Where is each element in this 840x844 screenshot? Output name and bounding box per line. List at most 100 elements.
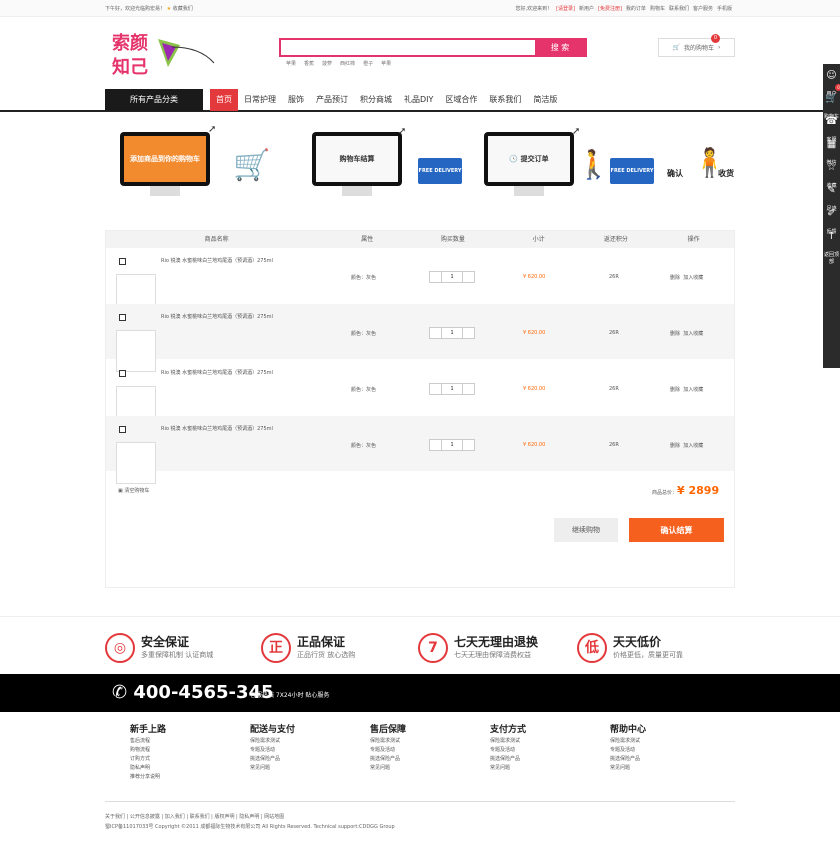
decrease-button[interactable] [430, 440, 442, 450]
footer-link[interactable]: 常见问题 [610, 764, 730, 773]
add-favorite-link[interactable]: 收藏我们 [173, 6, 193, 12]
sidebar-item-cart[interactable]: 0 🛒 购物车 [823, 84, 840, 120]
hot-keyword[interactable]: 香蕉 [304, 60, 314, 67]
confirm-checkout-button[interactable]: 确认结算 [629, 518, 724, 542]
footer-link[interactable]: 专题及活动 [250, 746, 370, 755]
nav-item-home[interactable]: 首页 [210, 89, 238, 111]
mobile-link[interactable]: 手机版 [717, 5, 732, 12]
increase-button[interactable] [462, 272, 474, 282]
nav-item-gift-diy[interactable]: 礼品DIY [398, 89, 439, 111]
all-categories[interactable]: 所有产品分类 [105, 89, 203, 111]
row-points: 26R [609, 442, 619, 448]
table-row: Rio 锐澳 水蜜桃味白兰地鸡尾酒（预调酒）275ml 颜色：灰色 ¥ 620.… [106, 360, 734, 428]
decrease-button[interactable] [430, 272, 442, 282]
nav-item-contact[interactable]: 联系我们 [483, 89, 527, 111]
product-name[interactable]: Rio 锐澳 水蜜桃味白兰地鸡尾酒（预调酒）275ml [161, 425, 273, 432]
add-favorite-link[interactable]: 加入收藏 [683, 443, 703, 449]
footer-link[interactable]: 常见问题 [250, 764, 370, 773]
hot-keywords: 苹果 香蕉 菠萝 西红柿 橙子 苹果 [286, 60, 391, 67]
logo-graphic: 索颜 知己 [112, 32, 215, 78]
continue-shopping-button[interactable]: 继续购物 [554, 518, 618, 542]
footer-link[interactable]: 售后流程 [130, 737, 250, 746]
register-link[interactable]: [免费注册] [598, 5, 622, 12]
delete-link[interactable]: 删除 [670, 387, 680, 393]
sidebar-cart-badge: 0 [835, 84, 840, 91]
increase-button[interactable] [462, 384, 474, 394]
footer-link[interactable]: 挑选保险产品 [370, 755, 490, 764]
footer-link[interactable]: 专题及活动 [370, 746, 490, 755]
total-price: 商品总价：¥ 2899 [652, 484, 719, 497]
hot-keyword[interactable]: 橙子 [363, 60, 373, 67]
footer-link[interactable]: 挑选保险产品 [490, 755, 610, 764]
row-subtotal: ¥ 620.00 [523, 386, 546, 392]
sidebar-label: 购物车 [823, 114, 839, 120]
decrease-button[interactable] [430, 328, 442, 338]
add-favorite-link[interactable]: 加入收藏 [683, 387, 703, 393]
delete-link[interactable]: 删除 [670, 331, 680, 337]
hot-keyword[interactable]: 菠萝 [322, 60, 332, 67]
hot-keyword[interactable]: 苹果 [286, 60, 296, 67]
footer-link[interactable]: 常见问题 [370, 764, 490, 773]
footer-link[interactable]: 订购方式 [130, 755, 250, 764]
footer-link[interactable]: 隐私声明 [130, 764, 250, 773]
row-checkbox[interactable] [119, 258, 126, 265]
login-link[interactable]: [请登录] [556, 5, 575, 12]
row-checkbox[interactable] [119, 426, 126, 433]
delete-link[interactable]: 删除 [670, 275, 680, 281]
increase-button[interactable] [462, 328, 474, 338]
footer-link[interactable]: 保险需求测试 [250, 737, 370, 746]
step-checkout: 购物车结算 [312, 132, 402, 186]
search-input[interactable] [281, 40, 535, 55]
hot-keyword[interactable]: 苹果 [381, 60, 391, 67]
contact-link[interactable]: 联系我们 [669, 5, 689, 12]
clear-cart[interactable]: ▣ 清空购物车 [118, 487, 149, 494]
nav-item-preorder[interactable]: 产品预订 [310, 89, 354, 111]
footer-link[interactable]: 保险需求测试 [370, 737, 490, 746]
footer-link[interactable]: 保险需求测试 [610, 737, 730, 746]
nav-item-simple[interactable]: 简洁版 [527, 89, 563, 111]
footer-link[interactable]: 专题及活动 [490, 746, 610, 755]
row-subtotal: ¥ 620.00 [523, 442, 546, 448]
quantity-input[interactable] [442, 272, 462, 282]
decrease-button[interactable] [430, 384, 442, 394]
product-name[interactable]: Rio 锐澳 水蜜桃味白兰地鸡尾酒（预调酒）275ml [161, 257, 273, 264]
footer-link[interactable]: 购物流程 [130, 746, 250, 755]
quantity-input[interactable] [442, 328, 462, 338]
bottom-links[interactable]: 关于我们 | 公开信息披露 | 加入我们 | 联系我们 | 版权声明 | 隐私声… [105, 812, 735, 822]
top-links: 您好,欢迎来到！ [请登录] 新用户 [免费注册] 我的订单 购物车 联系我们 … [516, 5, 733, 12]
row-checkbox[interactable] [119, 370, 126, 377]
nav-item-points-mall[interactable]: 积分商城 [354, 89, 398, 111]
nav-item-cooperation[interactable]: 区域合作 [439, 89, 483, 111]
footer-link[interactable]: 挑选保险产品 [250, 755, 370, 764]
delete-link[interactable]: 删除 [670, 443, 680, 449]
footer-link[interactable]: 常见问题 [490, 764, 610, 773]
quantity-input[interactable] [442, 384, 462, 394]
copyright: 蜀ICP备11017033号 Copyright ©2011 成都福际生物技术有… [105, 824, 395, 830]
footer-link[interactable]: 保险需求测试 [490, 737, 610, 746]
row-checkbox[interactable] [119, 314, 126, 321]
site-logo[interactable]: 索颜 知己 [110, 27, 220, 81]
product-name[interactable]: Rio 锐澳 水蜜桃味白兰地鸡尾酒（预调酒）275ml [161, 313, 273, 320]
guarantee-title: 七天无理由退换 [454, 635, 539, 649]
footer-link[interactable]: 专题及活动 [610, 746, 730, 755]
service-link[interactable]: 客户服务 [693, 5, 713, 12]
increase-button[interactable] [462, 440, 474, 450]
quantity-input[interactable] [442, 440, 462, 450]
table-header: 商品名称 属性 购买数量 小计 返还积分 操作 [106, 231, 734, 248]
add-favorite-link[interactable]: 加入收藏 [683, 275, 703, 281]
cart-link[interactable]: 购物车 [650, 5, 665, 12]
search-button[interactable]: 搜 索 [535, 40, 585, 55]
footer-link[interactable]: 推荐分享说明 [130, 773, 250, 782]
my-orders-link[interactable]: 我的订单 [626, 5, 646, 12]
header-attr: 属性 [361, 236, 374, 243]
add-favorite-link[interactable]: 加入收藏 [683, 331, 703, 337]
guarantee-sub: 七天无理由保障消费权益 [454, 651, 531, 659]
top-bar: 下午好，欢迎光临购宏易！ ★ 收藏我们 您好,欢迎来到！ [请登录] 新用户 [… [0, 0, 840, 17]
nav-item-clothing[interactable]: 服饰 [282, 89, 310, 111]
nav-item-care[interactable]: 日常护理 [238, 89, 282, 111]
my-cart-button[interactable]: 🛒 我的购物车 › 0 [658, 34, 735, 57]
product-image[interactable] [116, 442, 156, 484]
product-name[interactable]: Rio 锐澳 水蜜桃味白兰地鸡尾酒（预调酒）275ml [161, 369, 273, 376]
hot-keyword[interactable]: 西红柿 [340, 60, 355, 67]
footer-link[interactable]: 挑选保险产品 [610, 755, 730, 764]
